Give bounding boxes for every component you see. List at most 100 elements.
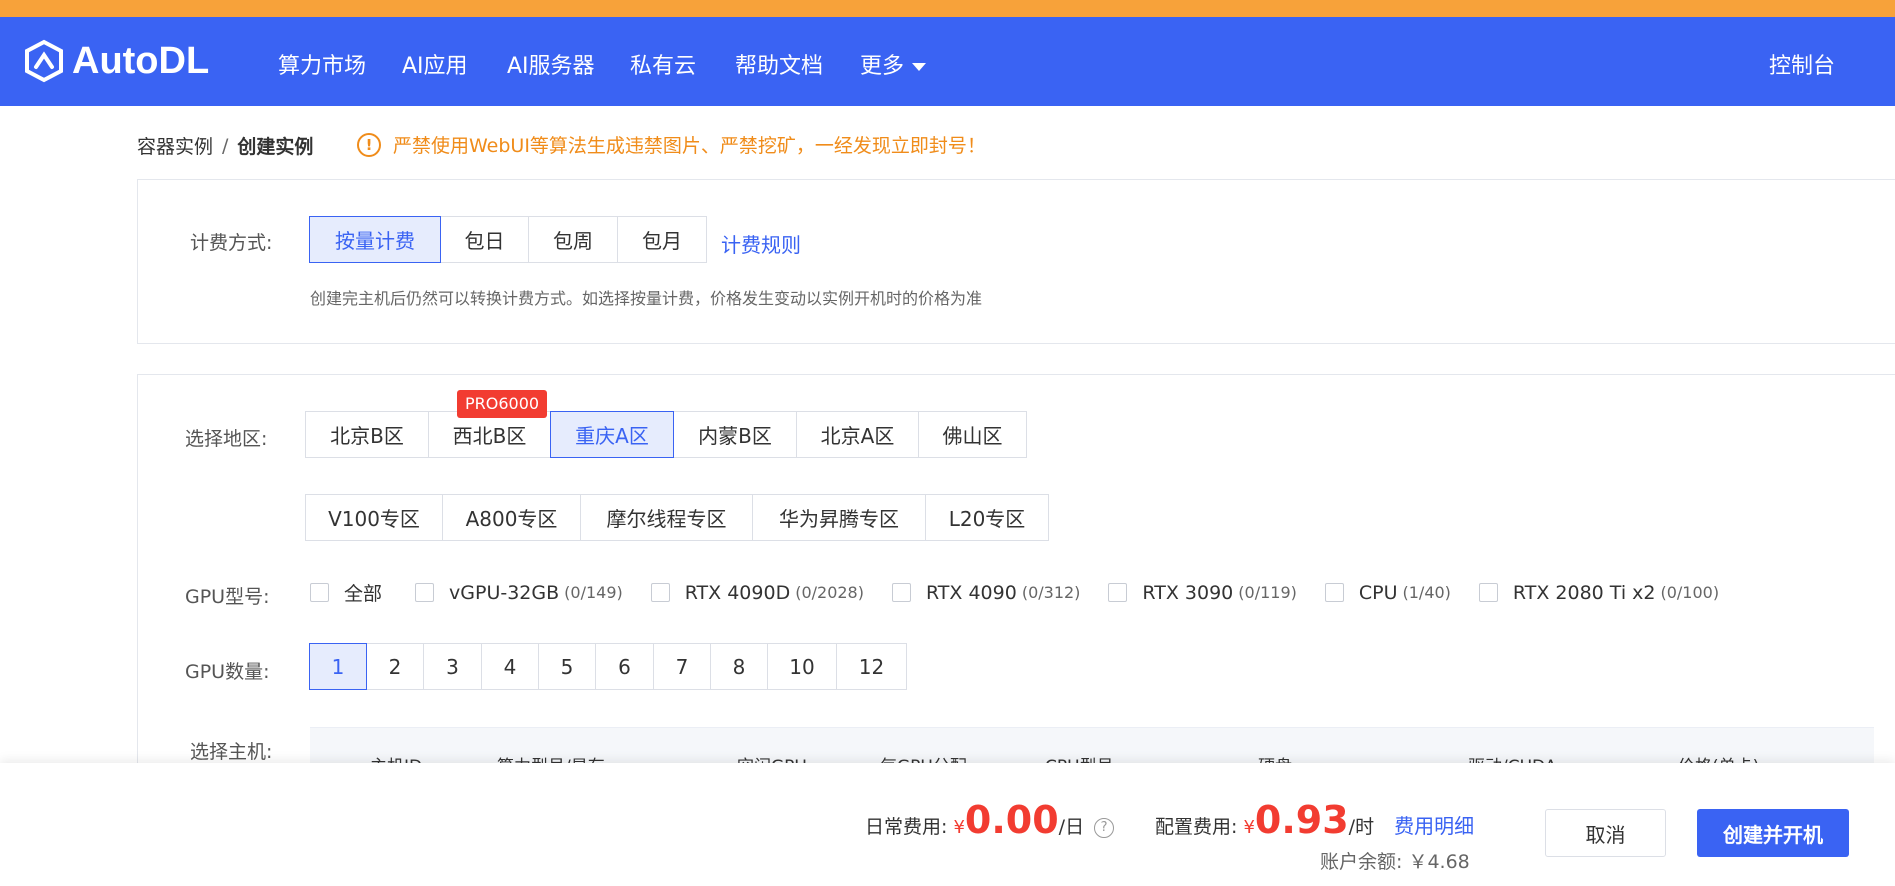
config-fee-currency: ¥ bbox=[1243, 817, 1255, 838]
gpu-model-name: RTX 3090 bbox=[1142, 581, 1234, 604]
gpu-count-option[interactable]: 4 bbox=[481, 643, 539, 690]
warning-text: 严禁使用WebUI等算法生成违禁图片、严禁挖矿，一经发现立即封号！ bbox=[393, 135, 986, 157]
nav-item-help-docs[interactable]: 帮助文档 bbox=[735, 48, 823, 80]
daily-fee-value: 0.00 bbox=[964, 798, 1059, 842]
region-options-row2: V100专区 A800专区 摩尔线程专区 华为昇腾专区 L20专区 bbox=[305, 494, 1049, 541]
balance-value: ￥4.68 bbox=[1408, 851, 1470, 873]
region-option[interactable]: 北京A区 bbox=[796, 411, 919, 458]
billing-option-monthly[interactable]: 包月 bbox=[617, 216, 707, 263]
account-balance: 账户余额: ￥4.68 bbox=[1320, 847, 1470, 874]
billing-options: 按量计费 包日 包周 包月 bbox=[309, 216, 707, 263]
balance-label: 账户余额: bbox=[1320, 851, 1403, 873]
region-option[interactable]: 西北B区 bbox=[428, 411, 551, 458]
nav-item-ai-servers[interactable]: AI服务器 bbox=[507, 48, 595, 80]
config-fee-label: 配置费用: bbox=[1155, 816, 1238, 838]
breadcrumb: 容器实例 / 创建实例 bbox=[137, 132, 313, 159]
gpu-count-option[interactable]: 3 bbox=[423, 643, 482, 690]
host-label: 选择主机: bbox=[190, 741, 273, 763]
region-option[interactable]: V100专区 bbox=[305, 494, 443, 541]
breadcrumb-current: 创建实例 bbox=[237, 136, 314, 158]
gpu-model-count: (0/119) bbox=[1238, 583, 1297, 602]
warning-notice: ! 严禁使用WebUI等算法生成违禁图片、严禁挖矿，一经发现立即封号！ bbox=[357, 131, 986, 158]
gpu-count-label: GPU数量: bbox=[185, 661, 270, 683]
gpu-count-option[interactable]: 10 bbox=[767, 643, 837, 690]
gpu-count-option[interactable]: 8 bbox=[710, 643, 768, 690]
nav-item-more[interactable]: 更多 bbox=[860, 48, 927, 80]
gpu-model-count: (0/149) bbox=[564, 583, 623, 602]
checkbox[interactable] bbox=[415, 583, 435, 602]
gpu-count-option-selected[interactable]: 1 bbox=[309, 643, 367, 690]
billing-option-daily[interactable]: 包日 bbox=[440, 216, 529, 263]
gpu-model-count: (0/100) bbox=[1660, 583, 1720, 602]
daily-fee-unit: /日 bbox=[1058, 816, 1085, 838]
checkbox[interactable] bbox=[1324, 583, 1344, 602]
gpu-model-label: GPU型号: bbox=[185, 586, 270, 608]
nav-item-private-cloud[interactable]: 私有云 bbox=[630, 48, 696, 80]
gpu-count-option[interactable]: 6 bbox=[595, 643, 654, 690]
help-icon[interactable]: ? bbox=[1094, 817, 1115, 838]
top-navigation: AutoDL 算力市场 AI应用 AI服务器 私有云 帮助文档 更多 控制台 bbox=[0, 17, 1895, 106]
billing-option-weekly[interactable]: 包周 bbox=[528, 216, 618, 263]
breadcrumb-parent[interactable]: 容器实例 bbox=[137, 132, 213, 159]
gpu-model-option[interactable]: vGPU-32GB (0/149) bbox=[415, 582, 623, 604]
logo[interactable]: AutoDL bbox=[22, 39, 209, 83]
chevron-down-icon bbox=[912, 63, 927, 71]
gpu-model-option[interactable]: CPU (1/40) bbox=[1324, 581, 1451, 604]
region-option-selected[interactable]: 重庆A区 bbox=[550, 411, 674, 458]
daily-fee-label: 日常费用: bbox=[865, 816, 948, 838]
cancel-button[interactable]: 取消 bbox=[1545, 809, 1666, 857]
gpu-model-name: RTX 2080 Ti x2 bbox=[1512, 581, 1656, 604]
gpu-model-name: CPU bbox=[1358, 581, 1398, 604]
gpu-count-options: 1 2 3 4 5 6 7 8 10 12 bbox=[309, 643, 907, 690]
region-option[interactable]: L20专区 bbox=[925, 494, 1049, 541]
config-fee-unit: /时 bbox=[1348, 816, 1375, 838]
console-link[interactable]: 控制台 bbox=[1769, 48, 1835, 80]
nav-more-label: 更多 bbox=[860, 54, 905, 79]
logo-text: AutoDL bbox=[72, 39, 210, 82]
region-label: 选择地区: bbox=[185, 428, 268, 450]
checkbox[interactable] bbox=[310, 583, 329, 602]
top-announcement-bar bbox=[0, 0, 1895, 17]
gpu-model-name: vGPU-32GB bbox=[449, 581, 560, 604]
checkbox[interactable] bbox=[1108, 583, 1128, 602]
checkbox[interactable] bbox=[891, 583, 911, 602]
gpu-model-option[interactable]: RTX 4090 (0/312) bbox=[891, 581, 1080, 604]
gpu-model-option[interactable]: RTX 2080 Ti x2 (0/100) bbox=[1478, 581, 1720, 604]
gpu-count-option[interactable]: 12 bbox=[836, 643, 907, 690]
daily-fee: 日常费用: ¥0.00/日? bbox=[865, 798, 1115, 842]
gpu-model-option[interactable]: RTX 3090 (0/119) bbox=[1108, 581, 1297, 604]
region-option[interactable]: 摩尔线程专区 bbox=[580, 494, 753, 541]
autodl-logo-icon bbox=[25, 39, 63, 83]
region-tag-badge: PRO6000 bbox=[457, 390, 548, 418]
region-option[interactable]: 佛山区 bbox=[918, 411, 1027, 458]
breadcrumb-separator: / bbox=[222, 134, 229, 157]
checkbox[interactable] bbox=[1478, 583, 1498, 602]
region-option[interactable]: 华为昇腾专区 bbox=[752, 494, 926, 541]
gpu-model-option[interactable]: RTX 4090D (0/2028) bbox=[650, 581, 864, 604]
region-option[interactable]: 内蒙B区 bbox=[673, 411, 797, 458]
region-option[interactable]: A800专区 bbox=[442, 494, 581, 541]
nav-item-ai-apps[interactable]: AI应用 bbox=[402, 48, 468, 80]
region-options-row1: 北京B区 西北B区 重庆A区 内蒙B区 北京A区 佛山区 bbox=[305, 411, 1027, 458]
config-fee-value: 0.93 bbox=[1254, 798, 1349, 842]
billing-label: 计费方式: bbox=[190, 232, 273, 254]
billing-hint: 创建完主机后仍然可以转换计费方式。如选择按量计费，价格发生变动以实例开机时的价格… bbox=[310, 289, 983, 308]
gpu-model-options: 全部 vGPU-32GB (0/149) RTX 4090D (0/2028) RT… bbox=[310, 579, 1747, 606]
gpu-count-option[interactable]: 7 bbox=[653, 643, 711, 690]
region-option[interactable]: 北京B区 bbox=[305, 411, 429, 458]
gpu-count-option[interactable]: 2 bbox=[366, 643, 424, 690]
fee-detail-link[interactable]: 费用明细 bbox=[1394, 814, 1474, 838]
create-and-start-button[interactable]: 创建并开机 bbox=[1697, 809, 1849, 857]
billing-option-pay-as-you-go[interactable]: 按量计费 bbox=[309, 216, 441, 263]
billing-rules-link[interactable]: 计费规则 bbox=[721, 229, 801, 258]
nav-item-compute-market[interactable]: 算力市场 bbox=[278, 48, 366, 80]
gpu-model-option[interactable]: 全部 bbox=[310, 579, 387, 606]
gpu-model-name: RTX 4090 bbox=[925, 581, 1017, 604]
gpu-model-count: (1/40) bbox=[1402, 583, 1451, 602]
gpu-count-option[interactable]: 5 bbox=[538, 643, 596, 690]
gpu-model-name: RTX 4090D bbox=[684, 581, 791, 604]
daily-fee-currency: ¥ bbox=[953, 817, 965, 838]
gpu-model-count: (0/2028) bbox=[795, 583, 864, 602]
checkbox[interactable] bbox=[650, 583, 670, 602]
exclamation-icon: ! bbox=[357, 132, 381, 157]
